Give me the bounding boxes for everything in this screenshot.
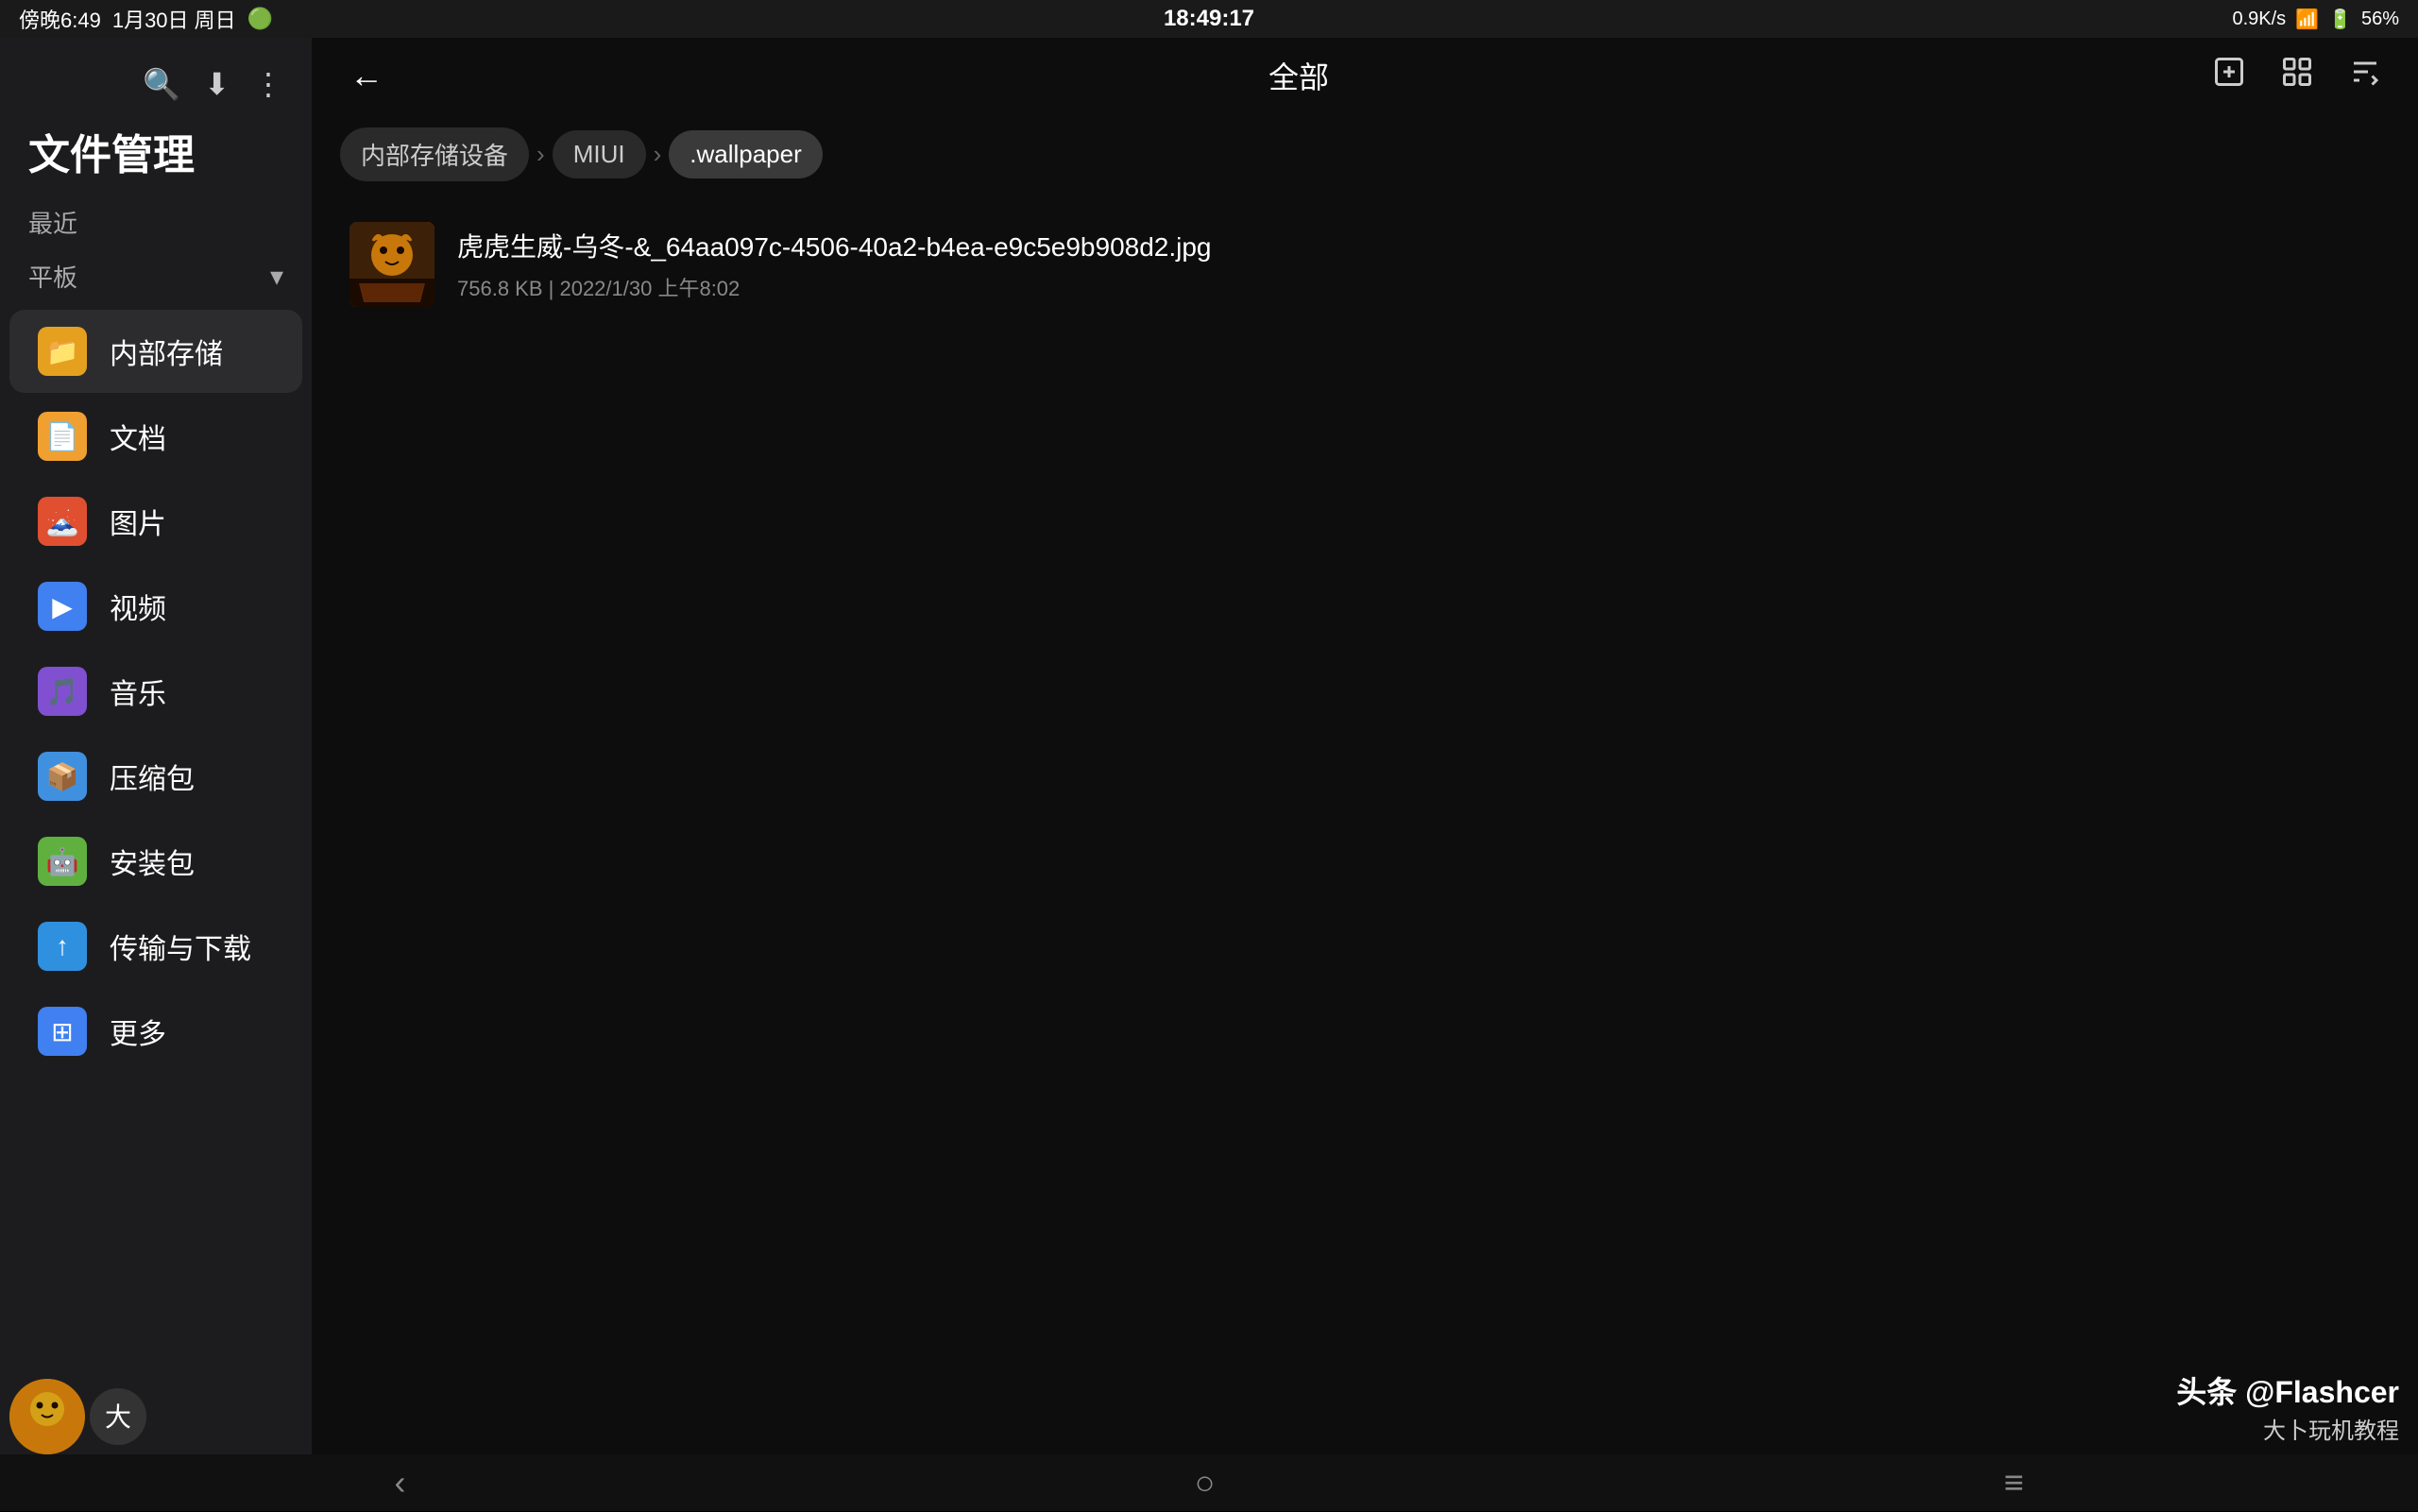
- zip-icon: 📦: [38, 752, 87, 801]
- sidebar-label-transfer: 传输与下载: [110, 926, 251, 967]
- device-section: 平板 ▾: [0, 254, 312, 308]
- file-meta: 756.8 KB | 2022/1/30 上午8:02: [457, 272, 2380, 302]
- sidebar-nav: 📁 内部存储 📄 文档 🗻 图片 ▶: [0, 308, 312, 1454]
- transfer-icon: ↑: [38, 922, 87, 971]
- sidebar-item-video[interactable]: ▶ 视频: [9, 565, 302, 648]
- more-options-icon[interactable]: ⋮: [253, 66, 283, 102]
- chevron-down-icon[interactable]: ▾: [270, 261, 283, 292]
- status-bar-right: 0.9K/s 📶 🔋 56%: [2232, 8, 2399, 31]
- sidebar-label-zip: 压缩包: [110, 756, 195, 797]
- network-speed: 0.9K/s: [2232, 8, 2286, 30]
- breadcrumb-internal-storage[interactable]: 内部存储设备: [340, 127, 529, 181]
- recents-nav-button[interactable]: ≡: [1966, 1453, 2061, 1512]
- sidebar-item-more[interactable]: ⊞ 更多: [9, 990, 302, 1073]
- back-button[interactable]: ←: [340, 46, 393, 105]
- home-nav-button[interactable]: ○: [1157, 1453, 1253, 1512]
- breadcrumb-sep-1: ›: [536, 140, 545, 169]
- file-list: 虎虎生威-乌冬-&_64aa097c-4506-40a2-b4ea-e9c5e9…: [312, 195, 2418, 1454]
- wifi-icon: 📶: [2295, 8, 2319, 31]
- watermark-line1: 头条 @Flashcer: [2176, 1368, 2399, 1412]
- file-meta-sep: |: [549, 277, 560, 300]
- avatar-secondary: 大: [90, 1388, 146, 1445]
- content-title: 全部: [412, 54, 2186, 97]
- sidebar-label-storage: 内部存储: [110, 331, 223, 372]
- file-thumbnail: [349, 222, 434, 307]
- status-date: 1月30日 周日: [112, 4, 236, 34]
- sidebar-label-music: 音乐: [110, 671, 166, 712]
- sort-button[interactable]: [2341, 47, 2390, 105]
- sidebar: 🔍 ⬇ ⋮ 文件管理 最近 平板 ▾ 📁 内部存储 📄: [0, 38, 312, 1454]
- sidebar-label-docs: 文档: [110, 416, 166, 457]
- watermark-line2: 大卜玩机教程: [2176, 1412, 2399, 1445]
- sidebar-label-apk: 安装包: [110, 841, 195, 882]
- back-nav-button[interactable]: ‹: [357, 1453, 444, 1512]
- bottom-nav: ‹ ○ ≡: [0, 1454, 2418, 1511]
- battery-percent: 56%: [2361, 8, 2399, 30]
- apk-icon: 🤖: [38, 837, 87, 886]
- sidebar-label-images: 图片: [110, 501, 166, 542]
- main-layout: 🔍 ⬇ ⋮ 文件管理 最近 平板 ▾ 📁 内部存储 📄: [0, 38, 2418, 1454]
- file-item[interactable]: 虎虎生威-乌冬-&_64aa097c-4506-40a2-b4ea-e9c5e9…: [340, 205, 2390, 324]
- sidebar-item-apk[interactable]: 🤖 安装包: [9, 820, 302, 903]
- device-label: 平板: [28, 259, 77, 294]
- breadcrumb-miui[interactable]: MIUI: [553, 130, 646, 178]
- images-icon: 🗻: [38, 497, 87, 546]
- sidebar-item-images[interactable]: 🗻 图片: [9, 480, 302, 563]
- content-area: ← 全部: [312, 38, 2418, 1454]
- grid-view-button[interactable]: [2273, 47, 2322, 105]
- thumbnail-image: [349, 222, 434, 307]
- file-name: 虎虎生威-乌冬-&_64aa097c-4506-40a2-b4ea-e9c5e9…: [457, 227, 2380, 264]
- status-time: 傍晚6:49: [19, 4, 101, 34]
- more-icon: ⊞: [38, 1007, 87, 1056]
- video-icon: ▶: [38, 582, 87, 631]
- sidebar-item-docs[interactable]: 📄 文档: [9, 395, 302, 478]
- app-icon: 🟢: [247, 7, 273, 31]
- breadcrumb-sep-2: ›: [654, 140, 662, 169]
- file-date: 2022/1/30 上午8:02: [559, 277, 740, 300]
- breadcrumb: 内部存储设备 › MIUI › .wallpaper: [312, 113, 2418, 195]
- watermark: 头条 @Flashcer 大卜玩机教程: [2176, 1368, 2399, 1445]
- content-header: ← 全部: [312, 38, 2418, 113]
- recent-label: 最近: [0, 200, 312, 254]
- avatar-corner: 大: [9, 1379, 146, 1454]
- header-actions: [2205, 47, 2390, 105]
- sidebar-label-video: 视频: [110, 586, 166, 627]
- file-size: 756.8 KB: [457, 277, 543, 300]
- search-icon[interactable]: 🔍: [143, 66, 180, 102]
- sidebar-item-music[interactable]: 🎵 音乐: [9, 650, 302, 733]
- status-bar-left: 傍晚6:49 1月30日 周日 🟢: [19, 4, 273, 34]
- battery-icon: 🔋: [2328, 8, 2352, 31]
- sidebar-label-more: 更多: [110, 1011, 166, 1052]
- file-info: 虎虎生威-乌冬-&_64aa097c-4506-40a2-b4ea-e9c5e9…: [457, 227, 2380, 302]
- sidebar-header: 🔍 ⬇ ⋮: [0, 47, 312, 111]
- sidebar-header-icons: 🔍 ⬇ ⋮: [143, 66, 283, 102]
- svg-text:大: 大: [105, 1402, 131, 1432]
- add-button[interactable]: [2205, 47, 2254, 105]
- music-icon: 🎵: [38, 667, 87, 716]
- status-clock: 18:49:17: [1164, 6, 1254, 32]
- avatar-primary: [9, 1379, 85, 1454]
- app-title: 文件管理: [0, 111, 312, 200]
- sidebar-item-transfer[interactable]: ↑ 传输与下载: [9, 905, 302, 988]
- status-bar: 傍晚6:49 1月30日 周日 🟢 18:49:17 0.9K/s 📶 🔋 56…: [0, 0, 2418, 38]
- breadcrumb-wallpaper[interactable]: .wallpaper: [669, 130, 823, 178]
- docs-icon: 📄: [38, 412, 87, 461]
- download-icon[interactable]: ⬇: [204, 66, 230, 102]
- sidebar-item-storage[interactable]: 📁 内部存储: [9, 310, 302, 393]
- sidebar-item-zip[interactable]: 📦 压缩包: [9, 735, 302, 818]
- storage-icon: 📁: [38, 327, 87, 376]
